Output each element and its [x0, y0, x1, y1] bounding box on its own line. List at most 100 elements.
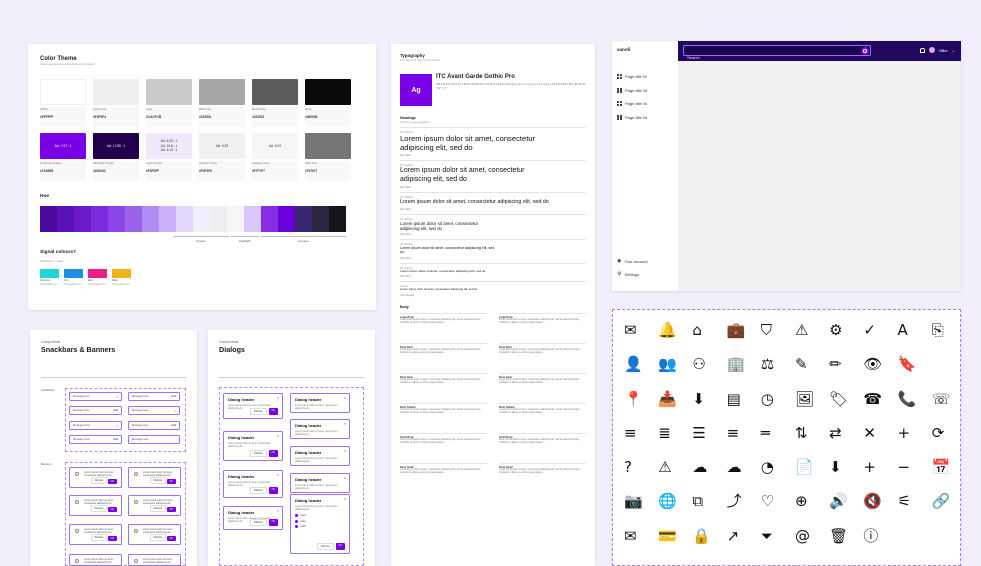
- swatch-chip: [305, 79, 351, 105]
- icon-library-card: ✉ 🔔 ⌂ 💼 ⛉ ⚠ ⚙ ✓ A ⎘ 👤 👥 ⚇ 🏢 ⚖ ✎ ✏ 👁 🔖 📍 📥 ⬇ ▤ ◷ 🖼 🏷 ☎ 📞 ☏ ≡ ≣ ☰ ≡ ═ ⇅ ⇄ ✕ + ⟳?…: [612, 309, 961, 566]
- dismiss-button[interactable]: Dismiss: [90, 533, 107, 541]
- swatch-chip: AA: 6.25 : 1 AA: 15.8 : 1 AA: 6.19 : 1: [146, 133, 192, 159]
- close-icon[interactable]: ×: [344, 476, 346, 480]
- headings-subtitle: Typeface usage guidance: [400, 121, 430, 124]
- swatch-name: Charcoal Purple: [40, 161, 62, 165]
- close-icon[interactable]: ×: [344, 497, 346, 501]
- ok-button[interactable]: OK: [166, 535, 176, 541]
- swatch-chip: [93, 79, 139, 105]
- heading-text: Lorem ipsum dolor sit amet, consectetur …: [400, 287, 478, 292]
- ok-button[interactable]: OK: [268, 487, 278, 494]
- snackbars-component-label: Components: [41, 340, 61, 344]
- signal-chip: [64, 269, 83, 278]
- close-icon[interactable]: ×: [277, 473, 279, 477]
- sidebar-item[interactable]: Page title 04: [617, 114, 647, 120]
- dismiss-button[interactable]: Dismiss: [149, 476, 166, 484]
- close-icon[interactable]: ×: [116, 395, 118, 399]
- dismiss-button[interactable]: Dismiss: [250, 519, 267, 526]
- radio-option[interactable]: Label: [295, 525, 345, 529]
- search-button[interactable]: [861, 47, 869, 55]
- library-icon: 📅: [931, 458, 951, 477]
- snackbar-action[interactable]: Edit: [114, 409, 118, 412]
- ok-button[interactable]: OK: [166, 478, 176, 484]
- ok-button[interactable]: OK: [107, 478, 117, 484]
- body-sample: Small Body Lorem ipsum dolor sit amet, co…: [499, 432, 586, 463]
- swatch-info: Charcoal Purple #7A00E6: [40, 161, 86, 181]
- sidebar-item[interactable]: Page title 02: [617, 74, 647, 79]
- contrast-ratio: AA: 6.19 : 1: [160, 148, 178, 153]
- swatch-chip: [252, 79, 298, 105]
- dismiss-button[interactable]: Dismiss: [250, 487, 267, 494]
- close-icon[interactable]: ×: [277, 434, 279, 438]
- body-sample-text: Lorem ipsum dolor sit amet, consectetur …: [400, 438, 481, 445]
- snackbar: Message here ×: [128, 406, 180, 415]
- dismiss-button[interactable]: Dismiss: [250, 450, 267, 457]
- library-icon: 👥: [658, 355, 677, 374]
- close-icon[interactable]: ×: [344, 422, 346, 426]
- sidebar-item-account[interactable]: ◉ Your account: [617, 258, 648, 264]
- dismiss-button[interactable]: Dismiss: [250, 408, 267, 415]
- dismiss-button[interactable]: Dismiss: [149, 533, 166, 541]
- user-name[interactable]: Mike: [939, 48, 947, 53]
- ok-button[interactable]: OK: [166, 506, 176, 512]
- heading-sample: H4 Heading Lorem ipsum dolor sit amet, co…: [400, 213, 586, 236]
- ok-button[interactable]: OK: [268, 408, 278, 415]
- dialog-actions: Dismiss OK: [250, 408, 278, 415]
- close-icon[interactable]: ×: [344, 396, 346, 400]
- chevron-down-icon[interactable]: ⌄: [952, 48, 955, 53]
- dialog-actions: Dismiss OK: [250, 487, 278, 494]
- bell-icon[interactable]: [920, 47, 926, 53]
- swatch-hex: #F7F7F7: [252, 169, 265, 173]
- hue-scale: [40, 206, 346, 232]
- search-bar[interactable]: [683, 45, 871, 63]
- snackbar-message: Message here: [73, 424, 90, 427]
- ok-button[interactable]: OK: [107, 535, 117, 541]
- sidebar-item[interactable]: Page title 04: [617, 101, 647, 106]
- snackbar-action[interactable]: Edit: [172, 395, 176, 398]
- dialog: Dialog header × Lorem ipsum dolor sit amet…: [223, 470, 283, 498]
- body-sample-text: Lorem ipsum dolor sit amet, consectetur …: [499, 348, 580, 355]
- color-swatch: White #FFFFFF: [40, 79, 86, 127]
- library-icon: @: [794, 526, 810, 545]
- snackbar-action[interactable]: Edit: [114, 438, 118, 441]
- dismiss-button[interactable]: Dismiss: [90, 476, 107, 484]
- radio-option[interactable]: Label: [295, 519, 345, 523]
- search-icon: [863, 49, 867, 53]
- scale-label-content: Content: [261, 236, 346, 243]
- hue-title: Hue: [40, 194, 50, 199]
- sidebar-item[interactable]: Page title 03: [617, 87, 647, 93]
- body-sample: Body Bold Lorem ipsum dolor sit amet, con…: [499, 342, 586, 373]
- dialogs-title: Dialogs: [219, 345, 245, 354]
- signal-chip: [112, 269, 131, 278]
- snackbar: Message here Edit: [69, 435, 122, 444]
- ok-button[interactable]: OK: [335, 543, 345, 550]
- library-icon: ⚟: [897, 492, 911, 511]
- close-icon[interactable]: ×: [116, 424, 118, 428]
- dismiss-button[interactable]: Dismiss: [149, 504, 166, 512]
- dialog-actions: Dismiss OK: [317, 543, 345, 550]
- swatch-name: Dark Gray: [252, 107, 266, 111]
- body-sample: Body Small Lorem ipsum dolor sit amet, co…: [499, 462, 586, 493]
- swatch-info: White #FFFFFF: [40, 107, 86, 127]
- avatar[interactable]: [929, 47, 936, 53]
- dismiss-button[interactable]: Dismiss: [90, 504, 107, 512]
- close-icon[interactable]: ×: [174, 409, 176, 413]
- info-icon: [75, 500, 79, 504]
- banner-text: Lorem ipsum dolor sit amet, consectetur …: [84, 558, 114, 565]
- library-icon: ☁: [692, 458, 708, 477]
- ok-button[interactable]: OK: [107, 506, 117, 512]
- banner: Lorem ipsum dolor sit amet, consectetur …: [128, 495, 181, 516]
- sidebar-item-settings[interactable]: ⚙ Settings: [617, 271, 639, 277]
- close-icon[interactable]: ×: [277, 396, 279, 400]
- close-icon[interactable]: ×: [277, 509, 279, 513]
- signal-swatch: Error Accessible text: [88, 269, 107, 286]
- dismiss-button[interactable]: Dismiss: [317, 543, 334, 550]
- snackbar-action[interactable]: Edit: [172, 424, 176, 427]
- dialog: Dialog header × Lorem ipsum dolor sit amet…: [223, 431, 283, 461]
- close-icon[interactable]: ×: [344, 449, 346, 453]
- ok-button[interactable]: OK: [268, 450, 278, 457]
- radio-option[interactable]: Label: [295, 514, 345, 517]
- ok-button[interactable]: OK: [268, 519, 278, 526]
- library-icon: ✉: [624, 321, 637, 339]
- dialog: Dialog header × Lorem ipsum dolor sit amet…: [290, 419, 350, 439]
